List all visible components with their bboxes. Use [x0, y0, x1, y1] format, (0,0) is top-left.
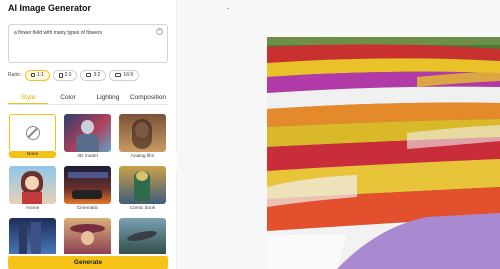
tab-style[interactable]: Style — [8, 91, 48, 104]
ratio-selector: Ratio: 1:1 2:3 3:2 16:9 — [8, 69, 140, 81]
style-card-row3-1[interactable] — [9, 218, 56, 254]
style-grid: None 3D model Analog film Anime Cinemati… — [9, 114, 167, 254]
ratio-option-2-3[interactable]: 2:3 — [53, 69, 78, 81]
comic-helmet-image — [136, 171, 148, 181]
style-card-analog-film[interactable]: Analog film — [119, 114, 166, 159]
ratio-option-label: 1:1 — [37, 72, 45, 78]
city-building-image — [31, 222, 41, 254]
style-label: Analog film — [130, 154, 155, 159]
style-card-row3-3[interactable] — [119, 218, 166, 254]
style-thumb — [9, 114, 56, 152]
style-card-3d-model[interactable]: 3D model — [64, 114, 111, 159]
portrait-hair-image — [132, 119, 152, 149]
clear-icon[interactable]: × — [156, 28, 163, 35]
style-thumb — [119, 114, 166, 152]
hat-face-image — [81, 231, 94, 245]
flower-field-image — [267, 37, 500, 269]
style-thumb — [9, 166, 56, 204]
style-thumb — [119, 166, 166, 204]
ship-image — [126, 228, 158, 244]
style-card-cinematic[interactable]: Cinematic — [64, 166, 111, 211]
style-label: Anime — [25, 206, 40, 211]
style-label: None — [9, 152, 56, 158]
style-card-row3-2[interactable] — [64, 218, 111, 254]
cinematic-lights-image — [68, 172, 108, 178]
ratio-option-label: 2:3 — [64, 72, 72, 78]
option-tabs: Style Color Lighting Composition — [8, 91, 168, 105]
style-thumb — [64, 114, 111, 152]
header-mark: - — [227, 6, 229, 12]
ratio-option-label: 3:2 — [93, 72, 101, 78]
prompt-input[interactable]: a flower field with many types of flower… — [8, 24, 168, 63]
ratio-option-16-9[interactable]: 16:9 — [109, 69, 140, 81]
style-thumb — [9, 218, 56, 254]
city-building-image — [19, 226, 27, 254]
style-label: Cinematic — [76, 206, 99, 211]
style-card-comic-book[interactable]: Comic book — [119, 166, 166, 211]
app-window: AI Image Generator a flower field with m… — [0, 0, 500, 269]
no-style-icon — [26, 126, 40, 140]
generated-image[interactable] — [267, 37, 500, 269]
ratio-option-3-2[interactable]: 3:2 — [80, 69, 107, 81]
ratio-option-1-1[interactable]: 1:1 — [25, 69, 51, 81]
style-thumb — [64, 166, 111, 204]
landscape-ratio-icon — [86, 73, 92, 77]
portrait-ratio-icon — [59, 72, 63, 78]
style-card-anime[interactable]: Anime — [9, 166, 56, 211]
wide-ratio-icon — [115, 73, 122, 77]
tab-composition[interactable]: Composition — [128, 91, 168, 104]
app-title: AI Image Generator — [8, 3, 92, 13]
preview-area: - — [177, 0, 500, 269]
anime-face-image — [25, 176, 39, 190]
square-ratio-icon — [31, 73, 36, 77]
robot-figure-image — [81, 120, 94, 134]
ratio-label: Ratio: — [8, 72, 22, 78]
tab-lighting[interactable]: Lighting — [88, 91, 128, 104]
style-card-none[interactable]: None — [9, 114, 56, 158]
style-thumb — [119, 218, 166, 254]
style-thumb — [64, 218, 111, 254]
control-panel: AI Image Generator a flower field with m… — [0, 0, 176, 269]
prompt-text[interactable]: a flower field with many types of flower… — [14, 30, 102, 36]
generate-button[interactable]: Generate — [8, 256, 168, 269]
robot-body-image — [76, 134, 99, 152]
anime-outfit-image — [22, 192, 42, 204]
style-label: Comic book — [129, 206, 156, 211]
style-label: 3D model — [77, 154, 98, 159]
ratio-option-label: 16:9 — [123, 72, 134, 78]
tab-color[interactable]: Color — [48, 91, 88, 104]
cinematic-car-image — [72, 190, 102, 199]
